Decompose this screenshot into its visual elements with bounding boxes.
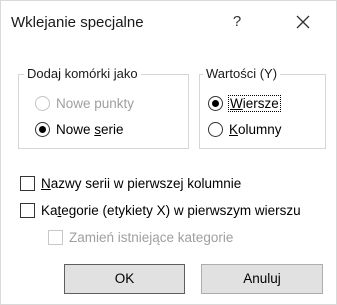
values-group-label: Wartości (Y) xyxy=(203,66,281,81)
add-cells-group-label: Dodaj komórki jako xyxy=(24,66,141,81)
radio-columns-label: Kolumny xyxy=(229,121,282,137)
paste-special-dialog: Wklejanie specjalne ? Dodaj komórki jako… xyxy=(0,0,337,305)
checkbox-replace-categories-label: Zamień istniejące kategorie xyxy=(69,229,234,245)
dialog-title: Wklejanie specjalne xyxy=(11,14,144,31)
checkbox-replace-categories-control[interactable] xyxy=(48,229,63,245)
checkbox-series-names-label: Nazwy serii w pierwszej kolumnie xyxy=(41,175,242,191)
radio-rows-label: Wiersze xyxy=(228,94,281,112)
checkbox-categories-control[interactable] xyxy=(20,202,35,218)
checkbox-categories-label: Kategorie (etykiety X) w pierwszym wiers… xyxy=(41,202,301,218)
radio-new-series-control[interactable] xyxy=(35,121,50,137)
close-icon xyxy=(296,15,310,29)
radio-new-points-control[interactable] xyxy=(35,95,50,111)
radio-new-points[interactable]: Nowe punkty xyxy=(35,93,134,113)
checkbox-series-names[interactable]: Nazwy serii w pierwszej kolumnie xyxy=(20,173,241,193)
radio-rows-control[interactable] xyxy=(208,95,223,111)
radio-new-points-label: Nowe punkty xyxy=(56,95,135,111)
radio-new-series[interactable]: Nowe serie xyxy=(35,119,124,139)
close-button[interactable] xyxy=(283,9,323,35)
help-button[interactable]: ? xyxy=(217,9,257,35)
checkbox-series-names-control[interactable] xyxy=(20,175,35,191)
ok-button[interactable]: OK xyxy=(64,264,185,294)
checkbox-categories[interactable]: Kategorie (etykiety X) w pierwszym wiers… xyxy=(20,200,301,220)
title-bar: Wklejanie specjalne ? xyxy=(1,1,336,41)
checkbox-replace-categories[interactable]: Zamień istniejące kategorie xyxy=(48,227,233,247)
radio-columns[interactable]: Kolumny xyxy=(208,119,282,139)
radio-rows[interactable]: Wiersze xyxy=(208,93,281,113)
radio-columns-control[interactable] xyxy=(208,121,223,137)
cancel-button[interactable]: Anuluj xyxy=(201,264,323,294)
radio-new-series-label: Nowe serie xyxy=(56,121,124,137)
